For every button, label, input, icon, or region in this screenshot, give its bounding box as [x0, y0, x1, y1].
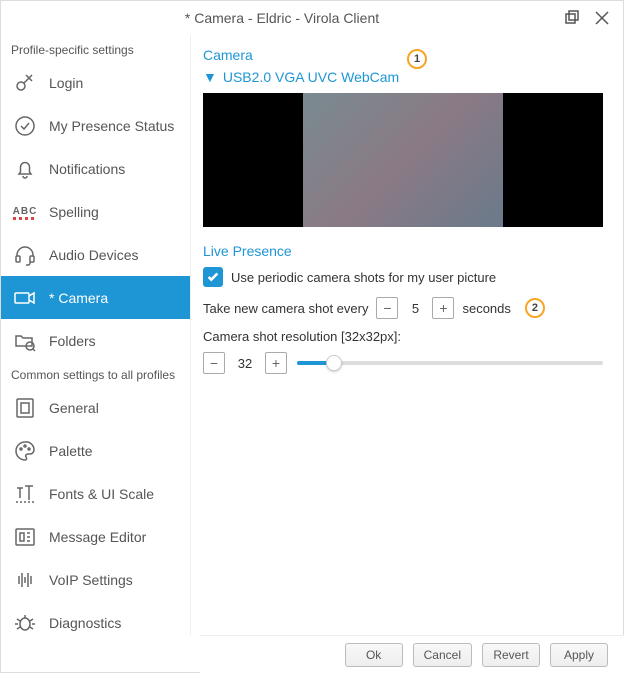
sidebar-item-editor[interactable]: Message Editor: [1, 515, 190, 558]
general-icon: [11, 394, 39, 422]
resolution-label: Camera shot resolution [32x32px]:: [203, 329, 603, 344]
bell-icon: [11, 155, 39, 183]
sidebar-item-label: Notifications: [49, 161, 125, 177]
sidebar-item-label: Fonts & UI Scale: [49, 486, 154, 502]
sidebar-item-login[interactable]: Login: [1, 61, 190, 104]
sidebar-item-presence[interactable]: My Presence Status: [1, 104, 190, 147]
fonts-icon: [11, 480, 39, 508]
periodic-shots-checkbox[interactable]: [203, 267, 223, 287]
resolution-decrement-button[interactable]: −: [203, 352, 225, 374]
maximize-icon[interactable]: [561, 7, 583, 29]
sidebar-item-palette[interactable]: Palette: [1, 429, 190, 472]
sidebar-item-label: Audio Devices: [49, 247, 139, 263]
sidebar-item-diagnostics[interactable]: Diagnostics: [1, 601, 190, 644]
apply-button[interactable]: Apply: [550, 643, 608, 667]
sidebar-item-label: Palette: [49, 443, 93, 459]
resolution-increment-button[interactable]: +: [265, 352, 287, 374]
camera-device-dropdown[interactable]: ▼ USB2.0 VGA UVC WebCam: [203, 69, 603, 85]
cancel-button[interactable]: Cancel: [413, 643, 472, 667]
callout-2: 2: [525, 298, 545, 318]
sidebar-item-label: My Presence Status: [49, 118, 174, 134]
camera-preview: [203, 93, 603, 227]
camera-device-name: USB2.0 VGA UVC WebCam: [223, 69, 399, 85]
resolution-slider[interactable]: [297, 352, 603, 374]
palette-icon: [11, 437, 39, 465]
sidebar-item-folders[interactable]: Folders: [1, 319, 190, 362]
interval-increment-button[interactable]: +: [432, 297, 454, 319]
camera-icon: [11, 284, 39, 312]
sidebar-item-voip[interactable]: VoIP Settings: [1, 558, 190, 601]
ok-button[interactable]: Ok: [345, 643, 403, 667]
folders-icon: [11, 327, 39, 355]
editor-icon: [11, 523, 39, 551]
interval-value: 5: [406, 301, 424, 316]
sidebar-item-label: * Camera: [49, 290, 108, 306]
slider-thumb[interactable]: [326, 355, 342, 371]
sidebar-item-label: General: [49, 400, 99, 416]
sidebar-item-label: Login: [49, 75, 83, 91]
sidebar-item-label: Spelling: [49, 204, 99, 220]
sidebar: Profile-specific settings Login My Prese…: [1, 35, 191, 635]
sidebar-item-fonts[interactable]: Fonts & UI Scale: [1, 472, 190, 515]
interval-label-pre: Take new camera shot every: [203, 301, 368, 316]
chevron-down-icon: ▼: [203, 69, 217, 85]
common-section-label: Common settings to all profiles: [1, 362, 190, 386]
callout-1: 1: [407, 49, 427, 69]
sidebar-item-spelling[interactable]: ABC Spelling: [1, 190, 190, 233]
camera-section-title: Camera: [203, 47, 603, 63]
main-panel: Camera ▼ USB2.0 VGA UVC WebCam 1 Live Pr…: [191, 35, 623, 635]
dialog-footer: Ok Cancel Revert Apply: [200, 635, 624, 673]
close-icon[interactable]: [591, 7, 613, 29]
check-circle-icon: [11, 112, 39, 140]
window-title: * Camera - Eldric - Virola Client: [11, 10, 553, 26]
camera-preview-image: [303, 93, 503, 227]
bug-icon: [11, 609, 39, 637]
slider-track: [297, 361, 603, 365]
live-presence-title: Live Presence: [203, 243, 603, 259]
sidebar-item-camera[interactable]: * Camera: [1, 276, 190, 319]
sidebar-item-notifications[interactable]: Notifications: [1, 147, 190, 190]
spelling-icon: ABC: [11, 198, 39, 226]
sidebar-item-label: Message Editor: [49, 529, 146, 545]
sidebar-item-label: VoIP Settings: [49, 572, 133, 588]
sidebar-item-audio[interactable]: Audio Devices: [1, 233, 190, 276]
periodic-shots-label: Use periodic camera shots for my user pi…: [231, 270, 496, 285]
resolution-value: 32: [235, 356, 255, 371]
titlebar: * Camera - Eldric - Virola Client: [1, 1, 623, 35]
key-icon: [11, 69, 39, 97]
profile-section-label: Profile-specific settings: [1, 37, 190, 61]
revert-button[interactable]: Revert: [482, 643, 540, 667]
sidebar-item-general[interactable]: General: [1, 386, 190, 429]
sidebar-item-label: Diagnostics: [49, 615, 121, 631]
sidebar-item-label: Folders: [49, 333, 96, 349]
headset-icon: [11, 241, 39, 269]
voip-icon: [11, 566, 39, 594]
interval-label-post: seconds: [462, 301, 510, 316]
interval-decrement-button[interactable]: −: [376, 297, 398, 319]
